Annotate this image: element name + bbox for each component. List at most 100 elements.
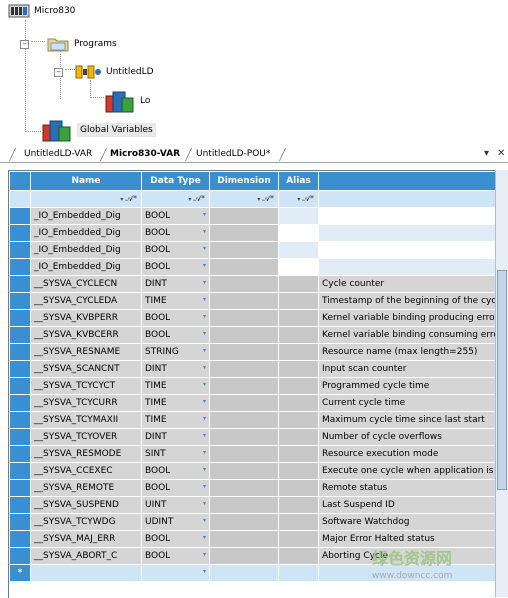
variable-dimension-cell[interactable] [209,462,279,480]
variable-name-cell[interactable]: __SYSVA_TCYOVER [30,428,142,446]
variable-alias-cell[interactable] [278,394,319,412]
variable-comment-cell[interactable]: Kernel variable binding consuming erro [318,326,497,344]
variable-name-cell[interactable]: __SYSVA_CCEXEC [30,462,142,480]
variable-comment-cell[interactable]: Current cycle time [318,394,497,412]
variable-row[interactable]: __SYSVA_TCYMAXII TIME ▾ Maximum cycle time … [9,411,497,429]
variable-alias-cell[interactable] [278,479,319,497]
variable-dimension-cell[interactable] [209,513,279,531]
chevron-down-icon[interactable]: ▾ [203,279,206,286]
variable-name-cell[interactable]: __SYSVA_MAJ_ERR [30,530,142,548]
variable-dimension-cell[interactable] [209,428,279,446]
filter-name[interactable]: ▾ 𝒜* [30,190,142,208]
chevron-down-icon[interactable]: ▾ [203,466,206,473]
variable-row[interactable]: _IO_Embedded_Dig BOOL ▾ [9,224,497,242]
variable-dimension-cell[interactable] [209,292,279,310]
variable-alias-cell[interactable] [278,377,319,395]
variable-comment-cell[interactable]: Input scan counter [318,360,497,378]
close-tab-icon[interactable]: ✕ [497,148,505,160]
chevron-down-icon[interactable]: ▾ [203,500,206,507]
variable-data-type-cell[interactable]: DINT ▾ [141,360,210,378]
variable-name-cell[interactable]: __SYSVA_ABORT_C [30,547,142,565]
variable-name-cell[interactable]: __SYSVA_RESMODE [30,445,142,463]
variable-name-cell[interactable]: _IO_Embedded_Dig [30,241,142,259]
chevron-down-icon[interactable]: ▾ [203,296,206,303]
filter-comment[interactable] [318,190,497,208]
variable-row[interactable]: __SYSVA_KVBPERR BOOL ▾ Kernel variable bind… [9,309,497,327]
variable-alias-cell[interactable] [278,411,319,429]
variable-comment-cell[interactable]: Cycle counter [318,275,497,293]
variable-comment-cell[interactable]: Execute one cycle when application is [318,462,497,480]
filter-data-type[interactable]: ▾ 𝒜* [141,190,210,208]
variable-name-cell[interactable]: __SYSVA_TCYWDG [30,513,142,531]
variable-dimension-cell[interactable] [209,326,279,344]
variable-data-type-cell[interactable]: TIME ▾ [141,292,210,310]
tab-untitled-ld-pou[interactable]: UntitledLD-POU* [190,148,276,161]
variable-comment-cell[interactable]: Last Suspend ID [318,496,497,514]
variable-alias-cell[interactable] [278,530,319,548]
variable-data-type-cell[interactable]: BOOL ▾ [141,241,210,259]
collapse-expander-icon[interactable]: − [20,39,29,49]
tab-untitled-ld-var[interactable]: UntitledLD-VAR [18,148,98,161]
tree-node-local-vars[interactable]: Lo [104,88,150,114]
variable-name-cell[interactable]: __SYSVA_TCYCYCT [30,377,142,395]
variable-alias-cell[interactable] [278,224,319,242]
scrollbar-thumb[interactable] [497,270,507,490]
chevron-down-icon[interactable]: ▾ [203,415,206,422]
variable-alias-cell[interactable] [278,241,319,259]
chevron-down-icon[interactable]: ▾ [203,381,206,388]
variable-row[interactable]: _IO_Embedded_Dig BOOL ▾ [9,241,497,259]
new-row-dimension[interactable] [209,564,279,582]
variable-data-type-cell[interactable]: BOOL ▾ [141,224,210,242]
variable-data-type-cell[interactable]: TIME ▾ [141,411,210,429]
variable-name-cell[interactable]: __SYSVA_SCANCNT [30,360,142,378]
variable-dimension-cell[interactable] [209,547,279,565]
variable-name-cell[interactable]: _IO_Embedded_Dig [30,258,142,276]
filter-dropdown-icon[interactable]: ▾ [120,196,123,203]
variable-data-type-cell[interactable]: SINT ▾ [141,445,210,463]
column-header-data-type[interactable]: Data Type [141,171,210,191]
variable-alias-cell[interactable] [278,309,319,327]
column-header-comment[interactable] [318,171,497,191]
variable-alias-cell[interactable] [278,428,319,446]
variable-row[interactable]: __SYSVA_KVBCERR BOOL ▾ Kernel variable bind… [9,326,497,344]
variable-comment-cell[interactable] [318,207,497,225]
variable-name-cell[interactable]: __SYSVA_CYCLECN [30,275,142,293]
variable-data-type-cell[interactable]: BOOL ▾ [141,479,210,497]
variable-data-type-cell[interactable]: BOOL ▾ [141,207,210,225]
variable-dimension-cell[interactable] [209,530,279,548]
filter-icon[interactable]: 𝒜* [262,194,274,204]
chevron-down-icon[interactable]: ▾ [203,228,206,235]
variable-row[interactable]: __SYSVA_SUSPEND UINT ▾ Last Suspend ID [9,496,497,514]
variable-dimension-cell[interactable] [209,275,279,293]
chevron-down-icon[interactable]: ▾ [203,432,206,439]
variable-comment-cell[interactable]: Remote status [318,479,497,497]
variable-comment-cell[interactable]: Software Watchdog [318,513,497,531]
tree-node-micro830[interactable]: Micro830 [8,3,75,19]
chevron-down-icon[interactable]: ▾ [203,211,206,218]
filter-dropdown-icon[interactable]: ▾ [297,196,300,203]
variable-comment-cell[interactable] [318,241,497,259]
variable-alias-cell[interactable] [278,445,319,463]
variable-data-type-cell[interactable]: BOOL ▾ [141,547,210,565]
variable-dimension-cell[interactable] [209,377,279,395]
variable-dimension-cell[interactable] [209,445,279,463]
variable-dimension-cell[interactable] [209,241,279,259]
filter-icon[interactable]: 𝒜* [193,194,205,204]
variable-alias-cell[interactable] [278,207,319,225]
column-header-dimension[interactable]: Dimension [209,171,279,191]
variable-row[interactable]: __SYSVA_CYCLEDA TIME ▾ Timestamp of the beg… [9,292,497,310]
variable-comment-cell[interactable]: Resource execution mode [318,445,497,463]
variable-dimension-cell[interactable] [209,258,279,276]
variable-row[interactable]: __SYSVA_CCEXEC BOOL ▾ Execute one cycle whe… [9,462,497,480]
variable-dimension-cell[interactable] [209,343,279,361]
variable-data-type-cell[interactable]: DINT ▾ [141,275,210,293]
variable-comment-cell[interactable]: Programmed cycle time [318,377,497,395]
variable-data-type-cell[interactable]: UINT ▾ [141,496,210,514]
variable-name-cell[interactable]: __SYSVA_TCYCURR [30,394,142,412]
variable-data-type-cell[interactable]: BOOL ▾ [141,462,210,480]
variable-name-cell[interactable]: __SYSVA_KVBCERR [30,326,142,344]
chevron-down-icon[interactable]: ▾ [203,347,206,354]
tab-list-dropdown-icon[interactable]: ▾ [484,148,489,160]
variable-data-type-cell[interactable]: BOOL ▾ [141,258,210,276]
vertical-scrollbar[interactable] [495,170,508,597]
